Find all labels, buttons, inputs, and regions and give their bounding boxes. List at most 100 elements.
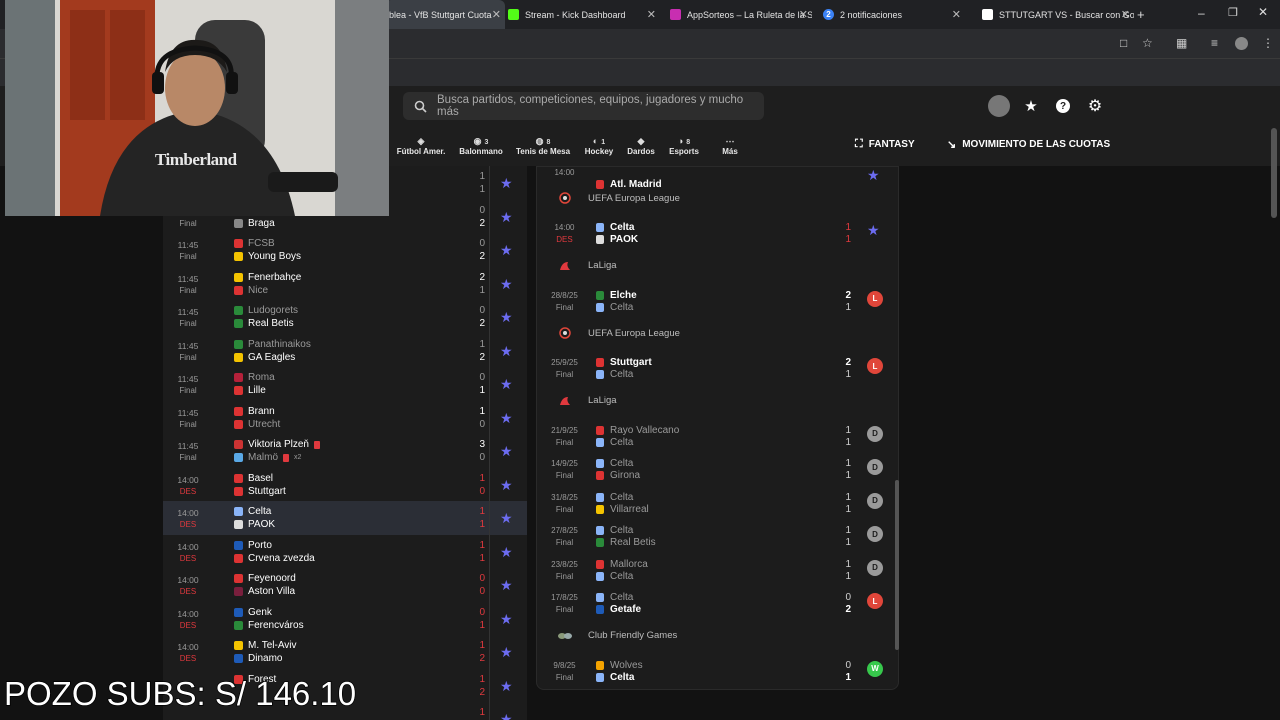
favorite-star-icon[interactable]: ★ bbox=[867, 167, 880, 184]
search-input[interactable]: Busca partidos, competiciones, equipos, … bbox=[403, 92, 764, 120]
favorite-star-icon[interactable]: ★ bbox=[500, 343, 513, 360]
favorite-star-icon[interactable]: ★ bbox=[500, 510, 513, 527]
favorite-star-icon[interactable]: ★ bbox=[500, 175, 513, 192]
bookmark-star-icon[interactable]: ☆ bbox=[1142, 36, 1153, 50]
form-match-row[interactable]: 31/8/25 Final Celta 1 Villarreal 1 D bbox=[536, 485, 899, 518]
form-match-row[interactable]: 9/8/25 Final Wolves 0 Celta 1 W bbox=[536, 653, 899, 686]
away-team: Crvena zvezda bbox=[234, 553, 315, 564]
favorite-star-icon[interactable]: ★ bbox=[500, 376, 513, 393]
help-icon[interactable]: ? bbox=[1053, 96, 1073, 116]
form-match-row[interactable]: 17/8/25 Final Celta 0 Getafe 2 L bbox=[536, 585, 899, 618]
install-app-icon[interactable]: □ bbox=[1120, 36, 1127, 50]
tab-appsorteos[interactable]: AppSorteos – La Ruleta de la S ✕ bbox=[662, 0, 812, 29]
favorite-star-icon[interactable]: ★ bbox=[500, 544, 513, 561]
team-crest-icon bbox=[596, 672, 604, 682]
match-status: DES bbox=[556, 235, 573, 244]
browser-menu-icon[interactable]: ⋮ bbox=[1262, 36, 1274, 50]
league-header[interactable]: Club Friendly Games bbox=[550, 627, 677, 645]
tab-notifications[interactable]: 2 2 notificaciones ✕ bbox=[815, 0, 965, 29]
team-name: Celta bbox=[610, 570, 634, 582]
favorite-star-icon[interactable]: ★ bbox=[500, 209, 513, 226]
favorite-star-icon[interactable]: ★ bbox=[500, 276, 513, 293]
favorite-star-icon[interactable]: ★ bbox=[867, 222, 880, 239]
favorite-star-icon[interactable]: ★ bbox=[500, 443, 513, 460]
match-row[interactable]: 14:00 DES Genk 0 Ferencváros 1 ★ bbox=[163, 601, 527, 635]
favorite-star-icon[interactable]: ★ bbox=[500, 309, 513, 326]
favorite-star-icon[interactable]: ★ bbox=[500, 711, 513, 720]
form-match-row[interactable]: 23/8/25 Final Mallorca 1 Celta 1 D bbox=[536, 552, 899, 585]
match-time: 14:00 bbox=[177, 642, 199, 652]
home-score: 0 bbox=[479, 305, 485, 316]
match-row[interactable]: 14:00 DES M. Tel-Aviv 1 Dinamo 2 ★ bbox=[163, 635, 527, 669]
match-row[interactable]: 11:45 Final Ludogorets 0 Real Betis 2 ★ bbox=[163, 300, 527, 334]
sport-tab-football[interactable]: ◈ Fútbol Amer. bbox=[397, 135, 446, 156]
form-match-row[interactable]: 14/9/25 Final Celta 1 Girona 1 D bbox=[536, 451, 899, 484]
away-score: 1 bbox=[845, 503, 851, 515]
team-name: Celta bbox=[610, 301, 634, 313]
settings-gear-icon[interactable]: ⚙ bbox=[1085, 96, 1105, 116]
user-avatar[interactable] bbox=[988, 95, 1010, 117]
match-row[interactable]: 11:45 Final Brann 1 Utrecht 0 ★ bbox=[163, 400, 527, 434]
away-score: 2 bbox=[845, 604, 851, 615]
team-crest-icon bbox=[596, 370, 604, 379]
extensions-icon[interactable]: ▦ bbox=[1176, 36, 1187, 50]
table-tennis-icon: ◍ 8 bbox=[535, 136, 551, 146]
tab-close-icon[interactable]: ✕ bbox=[647, 8, 656, 21]
result-badge: D bbox=[867, 559, 883, 576]
fantasy-link[interactable]: ⛶ FANTASY bbox=[855, 138, 915, 151]
match-row[interactable]: 11:45 Final Roma 0 Lille 1 ★ bbox=[163, 367, 527, 401]
league-header[interactable]: UEFA Europa League bbox=[550, 324, 680, 342]
odds-movement-link[interactable]: ↘ MOVIMIENTO DE LAS CUOTAS bbox=[947, 138, 1110, 151]
match-row[interactable]: 11:45 Final Panathinaikos 1 GA Eagles 2 ★ bbox=[163, 333, 527, 367]
favorite-star-icon[interactable]: ★ bbox=[500, 577, 513, 594]
team-name: Wolves bbox=[610, 659, 643, 671]
favorite-star-icon[interactable]: ★ bbox=[500, 678, 513, 695]
league-header[interactable]: UEFA Europa League bbox=[550, 189, 680, 207]
sport-tab-handball[interactable]: ◉ 3 Balonmano bbox=[459, 135, 503, 156]
form-match-row[interactable]: 25/9/25 Final Stuttgart 2 Celta 1 L bbox=[536, 350, 899, 383]
match-row[interactable]: 14:00 DES Feyenoord 0 Aston Villa 0 ★ bbox=[163, 568, 527, 602]
favorite-star-icon[interactable]: ★ bbox=[500, 644, 513, 661]
league-header[interactable]: LaLiga bbox=[550, 392, 617, 410]
sport-tab-esports[interactable]: ◑ 8 Esports bbox=[669, 135, 699, 156]
form-match-row[interactable]: 28/8/25 Final Elche 2 Celta 1 L bbox=[536, 283, 899, 316]
maximize-button[interactable]: ❐ bbox=[1228, 6, 1238, 19]
tab-stuttgart-odds[interactable]: blea - VfB Stuttgart Cuota ✕ bbox=[385, 0, 505, 29]
form-match-row[interactable]: 14:00 DES Celta 1 PAOK 1 ★ bbox=[536, 215, 899, 248]
tab-close-icon[interactable]: ✕ bbox=[799, 8, 808, 21]
tab-kick-dashboard[interactable]: Stream - Kick Dashboard ✕ bbox=[500, 0, 660, 29]
panel-scrollbar[interactable] bbox=[895, 480, 899, 650]
favorites-star-icon[interactable]: ★ bbox=[1021, 96, 1041, 116]
match-row[interactable]: 11:45 Final Fenerbahçe 2 Nice 1 ★ bbox=[163, 266, 527, 300]
match-row[interactable]: 14:00 DES Porto 1 Crvena zvezda 1 ★ bbox=[163, 534, 527, 568]
result-badge: L bbox=[867, 593, 883, 609]
tab-google-search[interactable]: STTUTGART VS - Buscar con Go ✕ bbox=[974, 0, 1134, 29]
match-row[interactable]: 11:45 Final Viktoria Plzeň 3 Malmö x2 0 ★ bbox=[163, 434, 527, 468]
sport-tab-hockey[interactable]: ◐ 1 Hockey bbox=[585, 135, 613, 156]
minimize-button[interactable]: – bbox=[1198, 6, 1205, 20]
tab-close-icon[interactable]: ✕ bbox=[1121, 8, 1130, 21]
sport-tab-more[interactable]: ⋯ Más bbox=[722, 135, 738, 156]
form-match-row[interactable]: 21/9/25 Final Rayo Vallecano 1 Celta 1 D bbox=[536, 418, 899, 451]
match-status: Final bbox=[555, 605, 574, 614]
match-row[interactable]: 11:45 Final FCSB 0 Young Boys 2 ★ bbox=[163, 233, 527, 267]
profile-avatar[interactable] bbox=[1235, 37, 1248, 50]
result-badge: D bbox=[867, 526, 883, 542]
page-scrollbar[interactable] bbox=[1271, 128, 1277, 218]
media-control-icon[interactable]: ≡ bbox=[1211, 36, 1218, 50]
match-row[interactable]: 14:00 DES Basel 1 Stuttgart 0 ★ bbox=[163, 467, 527, 501]
favorite-star-icon[interactable]: ★ bbox=[500, 242, 513, 259]
league-header[interactable]: LaLiga bbox=[550, 257, 617, 275]
match-row[interactable]: 14:00 DES Celta 1 PAOK 1 ★ bbox=[163, 501, 527, 535]
sport-tab-table-tennis[interactable]: ◍ 8 Tenis de Mesa bbox=[516, 135, 570, 156]
league-name: LaLiga bbox=[588, 260, 617, 271]
tab-close-icon[interactable]: ✕ bbox=[952, 8, 961, 21]
favorite-star-icon[interactable]: ★ bbox=[500, 477, 513, 494]
form-match-row[interactable]: 27/8/25 Final Celta 1 Real Betis 1 D bbox=[536, 518, 899, 551]
favorite-star-icon[interactable]: ★ bbox=[500, 611, 513, 628]
away-score: 1 bbox=[845, 671, 851, 683]
close-window-button[interactable]: ✕ bbox=[1258, 5, 1268, 19]
new-tab-button[interactable]: + bbox=[1137, 7, 1145, 22]
favorite-star-icon[interactable]: ★ bbox=[500, 410, 513, 427]
sport-tab-darts[interactable]: ◆ Dardos bbox=[627, 135, 655, 156]
